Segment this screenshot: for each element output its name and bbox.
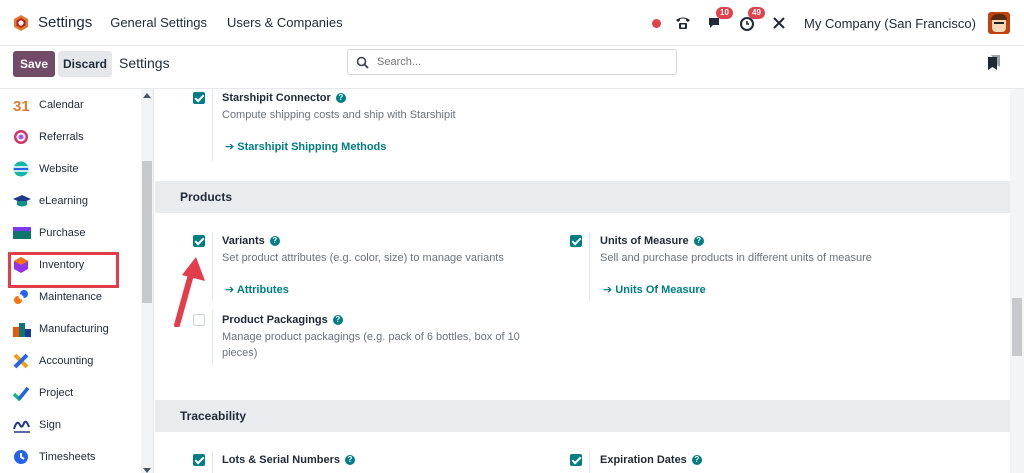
variants-checkbox[interactable] [193, 235, 205, 247]
save-button[interactable]: Save [13, 51, 55, 77]
sidebar-item-referrals[interactable]: Referrals [0, 121, 140, 153]
svg-text:31: 31 [13, 98, 30, 113]
maintenance-icon [13, 289, 29, 305]
uom-checkbox[interactable] [570, 235, 582, 247]
divider [589, 232, 590, 302]
scroll-down-arrow-icon[interactable] [143, 468, 151, 473]
referrals-icon [13, 129, 29, 145]
accounting-icon [13, 353, 29, 369]
search-input[interactable] [377, 56, 657, 68]
lots-checkbox[interactable] [193, 454, 205, 466]
phone-icon[interactable] [674, 14, 692, 32]
sidebar-item-website[interactable]: Website [0, 153, 140, 185]
app-logo-icon[interactable] [13, 14, 29, 31]
sidebar-scroll-thumb[interactable] [142, 161, 152, 303]
expiration-checkbox[interactable] [570, 454, 582, 466]
sidebar-item-label: Manufacturing [39, 323, 109, 335]
uom-title: Units of Measure? [600, 235, 704, 247]
sidebar-item-sign[interactable]: Sign [0, 409, 140, 441]
help-icon[interactable]: ? [344, 455, 355, 465]
starshipit-checkbox[interactable] [193, 92, 205, 104]
lots-title: Lots & Serial Numbers? [222, 454, 355, 466]
sidebar-item-label: Project [39, 387, 74, 399]
content-scrollbar[interactable] [1010, 89, 1024, 473]
sidebar-item-label: Timesheets [39, 451, 96, 463]
divider [212, 310, 213, 366]
search-icon [356, 56, 369, 69]
project-icon [12, 385, 30, 402]
sidebar-item-purchase[interactable]: Purchase [0, 217, 140, 249]
sidebar-item-label: Purchase [39, 227, 86, 239]
section-header-traceability: Traceability [155, 400, 1010, 432]
sidebar-item-manufacturing[interactable]: Manufacturing [0, 313, 140, 345]
company-switcher[interactable]: My Company (San Francisco) [804, 16, 976, 31]
inventory-highlight-annotation [8, 252, 119, 288]
discard-button[interactable]: Discard [58, 51, 112, 77]
sidebar-item-label: Sign [39, 419, 62, 431]
help-icon[interactable]: ? [691, 455, 702, 465]
divider [589, 451, 590, 473]
website-icon [13, 161, 29, 177]
control-panel: Save Discard Settings [0, 46, 1024, 89]
sidebar-item-label: eLearning [39, 195, 88, 207]
activities-clock-icon[interactable]: 49 [738, 7, 765, 32]
units-of-measure-link[interactable]: ➔ Units Of Measure [603, 283, 706, 296]
purchase-icon [13, 225, 31, 241]
section-header-products: Products [155, 181, 1010, 213]
settings-content: Starshipit Connector? Compute shipping c… [155, 89, 1010, 473]
menu-users-companies[interactable]: Users & Companies [227, 15, 343, 30]
variants-desc: Set product attributes (e.g. color, size… [222, 252, 504, 264]
app-title[interactable]: Settings [38, 14, 92, 31]
sidebar-item-label: Referrals [39, 131, 84, 143]
sidebar-item-elearning[interactable]: eLearning [0, 185, 140, 217]
search-box[interactable] [347, 49, 677, 75]
starshipit-title: Starshipit Connector? [222, 92, 346, 104]
sidebar-item-label: Maintenance [39, 291, 102, 303]
divider [212, 451, 213, 473]
annotation-arrow-icon [174, 257, 205, 327]
content-scroll-thumb[interactable] [1012, 298, 1022, 356]
starshipit-desc: Compute shipping costs and ship with Sta… [222, 109, 456, 121]
elearning-icon [13, 193, 31, 209]
debug-tools-icon[interactable] [770, 14, 788, 32]
starshipit-shipping-methods-link[interactable]: ➔ Starshipit Shipping Methods [225, 140, 386, 153]
sidebar-item-label: Accounting [39, 355, 94, 367]
sidebar-item-accounting[interactable]: Accounting [0, 345, 140, 377]
help-icon[interactable]: ? [269, 236, 280, 246]
timesheets-icon [13, 449, 29, 465]
sidebar-item-timesheets[interactable]: Timesheets [0, 441, 140, 473]
sidebar-item-project[interactable]: Project [0, 377, 140, 409]
calendar-icon: 31 [13, 97, 30, 115]
activities-badge: 49 [748, 7, 765, 19]
sign-icon [13, 417, 30, 433]
help-icon[interactable]: ? [332, 315, 343, 325]
menu-general-settings[interactable]: General Settings [110, 15, 207, 30]
help-icon[interactable]: ? [693, 236, 704, 246]
scroll-up-arrow-icon[interactable] [143, 93, 151, 98]
manufacturing-icon [13, 321, 31, 337]
breadcrumb-title: Settings [119, 55, 170, 71]
divider [212, 232, 213, 302]
messages-icon[interactable]: 10 [706, 7, 733, 32]
sidebar-item-label: Calendar [39, 99, 84, 111]
record-indicator-icon[interactable] [652, 18, 662, 28]
top-navbar: Settings General Settings Users & Compan… [0, 0, 1024, 46]
sidebar-item-label: Website [39, 163, 79, 175]
bookmark-icon[interactable] [988, 55, 1000, 70]
uom-desc: Sell and purchase products in different … [600, 252, 872, 264]
packagings-title: Product Packagings? [222, 314, 343, 326]
sidebar-item-calendar[interactable]: 31 Calendar [0, 89, 140, 121]
systray: 10 49 My Company (San Francisco) [652, 0, 1010, 46]
settings-sidebar: 31 Calendar Referrals Website eLearning … [0, 89, 154, 473]
packagings-desc: Manage product packagings (e.g. pack of … [222, 331, 520, 359]
variants-title: Variants? [222, 235, 280, 247]
attributes-link[interactable]: ➔ Attributes [225, 283, 289, 296]
divider [212, 89, 213, 161]
user-avatar[interactable] [988, 12, 1010, 34]
messages-badge: 10 [716, 7, 733, 19]
help-icon[interactable]: ? [335, 93, 346, 103]
expiration-title: Expiration Dates? [600, 454, 702, 466]
